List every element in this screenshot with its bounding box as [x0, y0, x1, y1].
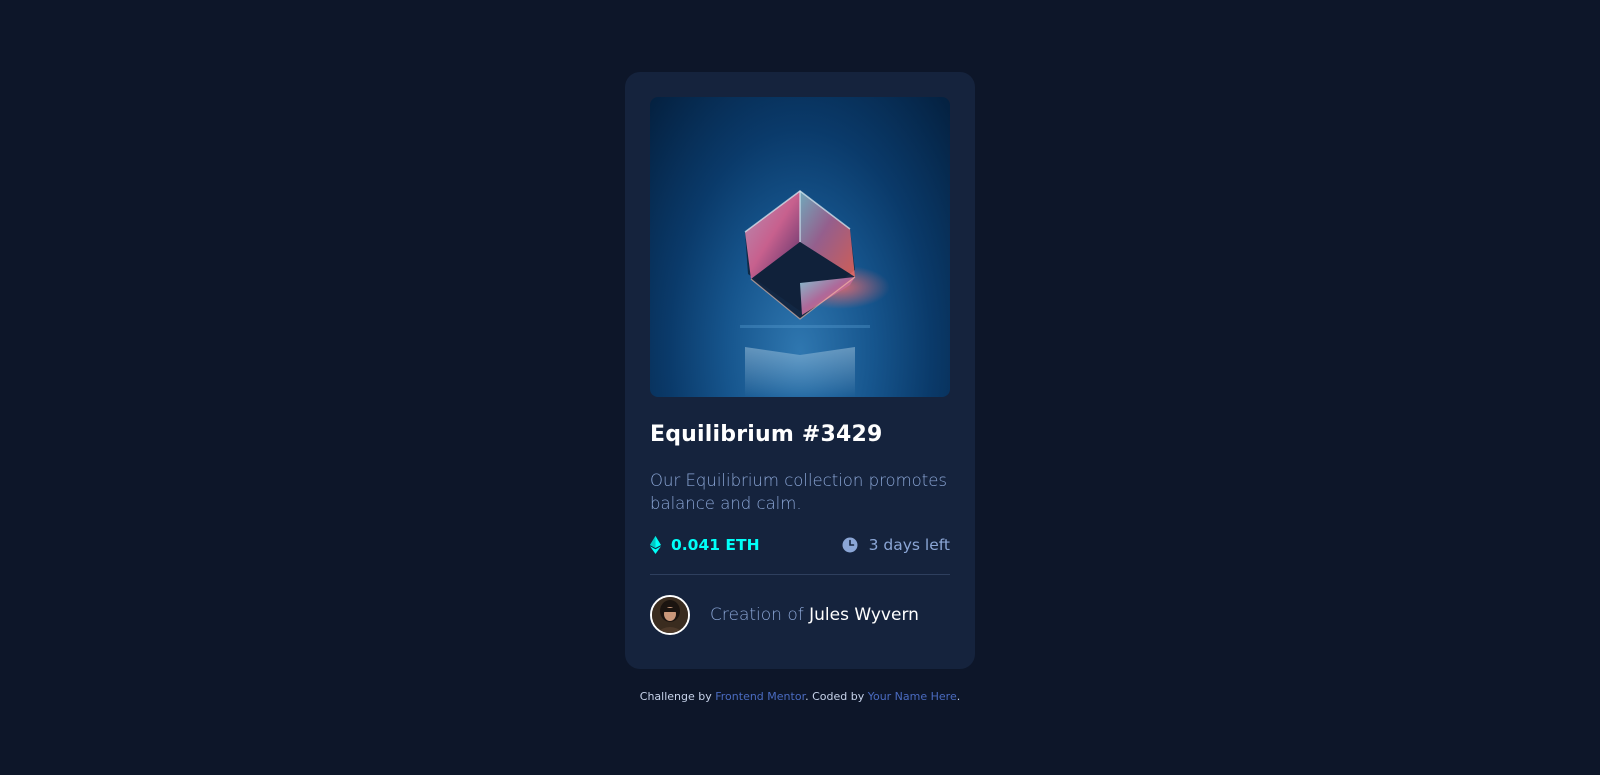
author-link[interactable]: Your Name Here — [868, 690, 957, 703]
creator-name-link[interactable]: Jules Wyvern — [809, 605, 919, 625]
nft-card: Equilibrium #3429 Our Equilibrium collec… — [625, 72, 975, 669]
price-value: 0.041 ETH — [671, 536, 760, 554]
nft-image[interactable] — [650, 97, 950, 397]
challenge-prefix: Challenge by — [639, 690, 712, 703]
frontend-mentor-link[interactable]: Frontend Mentor — [715, 690, 805, 703]
creator: Creation of Jules Wyvern — [650, 595, 950, 635]
card-meta: 0.041 ETH 3 days left — [650, 534, 950, 556]
creator-prefix: Creation of — [710, 605, 804, 625]
attribution: Challenge by Frontend Mentor. Coded by Y… — [0, 690, 1600, 703]
ethereum-icon — [650, 536, 661, 554]
card-title[interactable]: Equilibrium #3429 — [650, 421, 950, 449]
divider — [650, 574, 950, 575]
avatar — [650, 595, 690, 635]
time-left: 3 days left — [842, 536, 950, 554]
clock-icon — [842, 537, 858, 553]
coded-prefix: . Coded by — [805, 690, 865, 703]
price: 0.041 ETH — [650, 536, 760, 554]
time-left-value: 3 days left — [868, 536, 950, 554]
cube-illustration — [740, 190, 890, 397]
creator-text: Creation of Jules Wyvern — [710, 605, 919, 625]
card-description: Our Equilibrium collection promotes bala… — [650, 471, 947, 513]
avatar-image — [652, 597, 688, 633]
footer-suffix: . — [956, 690, 961, 703]
